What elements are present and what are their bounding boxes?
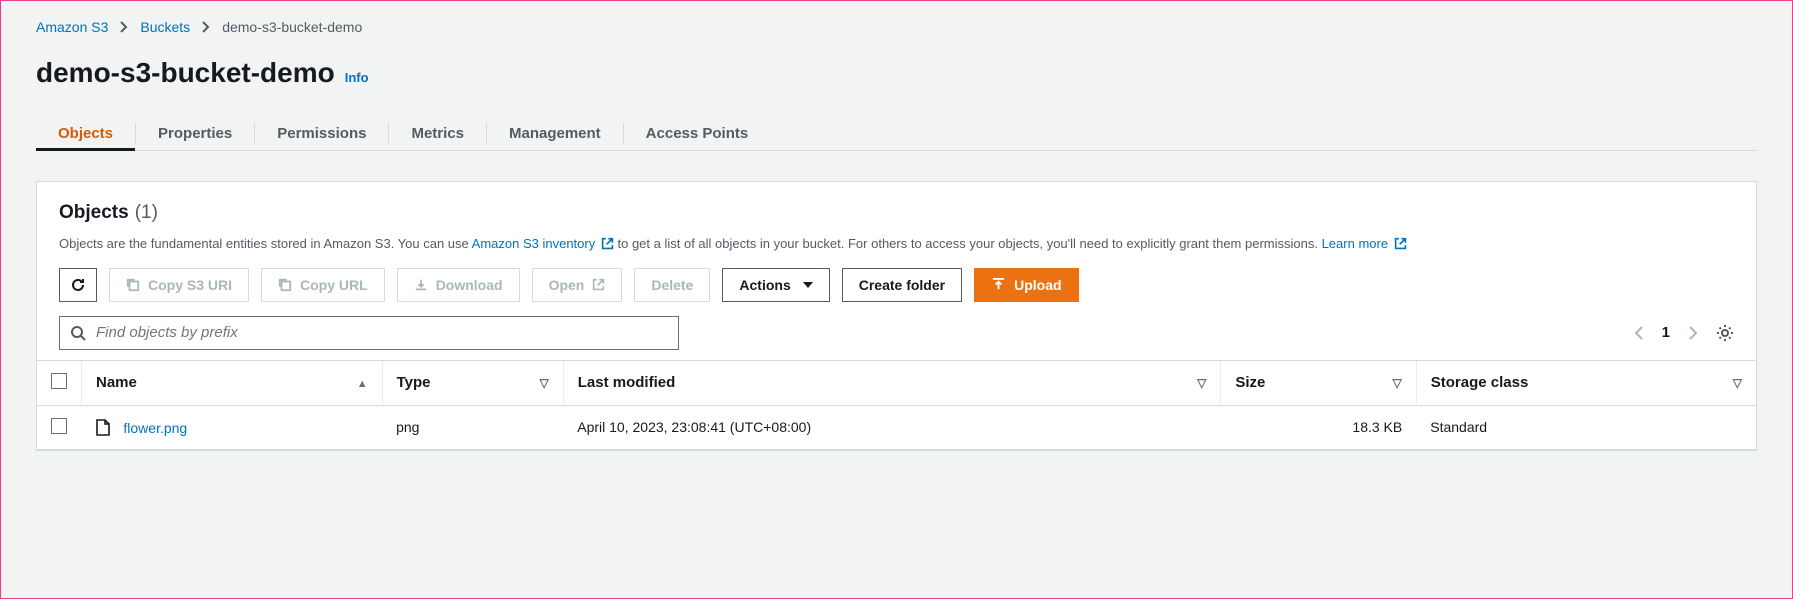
sort-icon	[1733, 374, 1742, 391]
sort-asc-icon	[357, 374, 368, 391]
select-all-header	[37, 360, 82, 405]
panel-desc-text: to get a list of all objects in your buc…	[617, 236, 1321, 251]
copy-url-label: Copy URL	[300, 277, 368, 293]
object-name-link[interactable]: flower.png	[123, 420, 187, 436]
cell-last-modified: April 10, 2023, 23:08:41 (UTC+08:00)	[563, 405, 1221, 449]
copy-s3-uri-label: Copy S3 URI	[148, 277, 232, 293]
col-header-storage-class[interactable]: Storage class	[1416, 360, 1756, 405]
download-label: Download	[436, 277, 503, 293]
toolbar: Copy S3 URI Copy URL Download Open	[59, 268, 1734, 302]
col-header-size-label: Size	[1235, 374, 1265, 391]
col-header-type[interactable]: Type	[382, 360, 563, 405]
file-icon	[96, 419, 110, 436]
col-header-last-modified[interactable]: Last modified	[563, 360, 1221, 405]
panel-desc-text: Objects are the fundamental entities sto…	[59, 236, 472, 251]
col-header-name-label: Name	[96, 374, 137, 391]
breadcrumb-current: demo-s3-bucket-demo	[222, 19, 362, 35]
tab-access-points[interactable]: Access Points	[624, 117, 771, 150]
actions-label: Actions	[739, 277, 790, 293]
objects-panel: Objects (1) Objects are the fundamental …	[36, 181, 1757, 451]
tab-objects[interactable]: Objects	[36, 117, 135, 150]
learn-more-link[interactable]: Learn more	[1322, 236, 1407, 251]
upload-button[interactable]: Upload	[974, 268, 1078, 302]
next-page-button[interactable]	[1688, 325, 1698, 341]
create-folder-label: Create folder	[859, 277, 945, 293]
cell-storage-class: Standard	[1416, 405, 1756, 449]
col-header-name[interactable]: Name	[82, 360, 383, 405]
caret-down-icon	[803, 282, 813, 288]
pager: 1	[1634, 324, 1734, 342]
copy-s3-uri-button[interactable]: Copy S3 URI	[109, 268, 249, 302]
upload-label: Upload	[1014, 277, 1061, 293]
copy-url-button[interactable]: Copy URL	[261, 268, 385, 302]
col-header-last-modified-label: Last modified	[578, 374, 676, 391]
cell-size: 18.3 KB	[1221, 405, 1416, 449]
s3-inventory-link[interactable]: Amazon S3 inventory	[472, 236, 618, 251]
row-select-cell	[37, 405, 82, 449]
chevron-right-icon	[120, 21, 128, 33]
info-link[interactable]: Info	[345, 70, 369, 85]
refresh-button[interactable]	[59, 268, 97, 302]
sort-icon	[540, 374, 549, 391]
refresh-icon	[70, 277, 86, 293]
open-button[interactable]: Open	[532, 268, 623, 302]
chevron-right-icon	[202, 21, 210, 33]
col-header-type-label: Type	[397, 374, 431, 391]
panel-title: Objects	[59, 202, 129, 224]
external-link-icon	[1394, 237, 1407, 250]
objects-table: Name Type Last modified Size	[37, 360, 1756, 450]
copy-icon	[126, 278, 140, 292]
col-header-storage-class-label: Storage class	[1431, 374, 1529, 391]
breadcrumb-root-link[interactable]: Amazon S3	[36, 19, 108, 35]
download-button[interactable]: Download	[397, 268, 520, 302]
breadcrumb: Amazon S3 Buckets demo-s3-bucket-demo	[36, 19, 1757, 35]
search-icon	[70, 325, 86, 341]
create-folder-button[interactable]: Create folder	[842, 268, 962, 302]
delete-button[interactable]: Delete	[634, 268, 710, 302]
panel-header: Objects (1)	[59, 202, 1734, 224]
page-header: demo-s3-bucket-demo Info	[36, 57, 1757, 89]
table-row: flower.png png April 10, 2023, 23:08:41 …	[37, 405, 1756, 449]
panel-count: (1)	[135, 202, 158, 224]
row-checkbox[interactable]	[51, 418, 67, 434]
search-input-wrap[interactable]	[59, 316, 679, 350]
page-number: 1	[1662, 324, 1670, 341]
panel-description: Objects are the fundamental entities sto…	[59, 234, 1734, 254]
cell-type: png	[382, 405, 563, 449]
open-label: Open	[549, 277, 585, 293]
download-icon	[414, 278, 428, 292]
delete-label: Delete	[651, 277, 693, 293]
learn-more-link-text: Learn more	[1322, 236, 1388, 251]
external-link-icon	[601, 237, 614, 250]
tab-metrics[interactable]: Metrics	[389, 117, 486, 150]
tab-properties[interactable]: Properties	[136, 117, 254, 150]
actions-button[interactable]: Actions	[722, 268, 829, 302]
filter-row: 1	[59, 316, 1734, 350]
sort-icon	[1197, 374, 1206, 391]
cell-name: flower.png	[82, 405, 383, 449]
tab-management[interactable]: Management	[487, 117, 623, 150]
page-title: demo-s3-bucket-demo	[36, 57, 335, 89]
search-input[interactable]	[96, 324, 668, 341]
col-header-size[interactable]: Size	[1221, 360, 1416, 405]
table-header-row: Name Type Last modified Size	[37, 360, 1756, 405]
copy-icon	[278, 278, 292, 292]
tab-bar: Objects Properties Permissions Metrics M…	[36, 117, 1757, 151]
sort-icon	[1393, 374, 1402, 391]
prev-page-button[interactable]	[1634, 325, 1644, 341]
external-link-icon	[592, 278, 605, 291]
upload-icon	[991, 277, 1006, 292]
breadcrumb-buckets-link[interactable]: Buckets	[140, 19, 190, 35]
select-all-checkbox[interactable]	[51, 373, 67, 389]
settings-button[interactable]	[1716, 324, 1734, 342]
s3-inventory-link-text: Amazon S3 inventory	[472, 236, 596, 251]
tab-permissions[interactable]: Permissions	[255, 117, 388, 150]
